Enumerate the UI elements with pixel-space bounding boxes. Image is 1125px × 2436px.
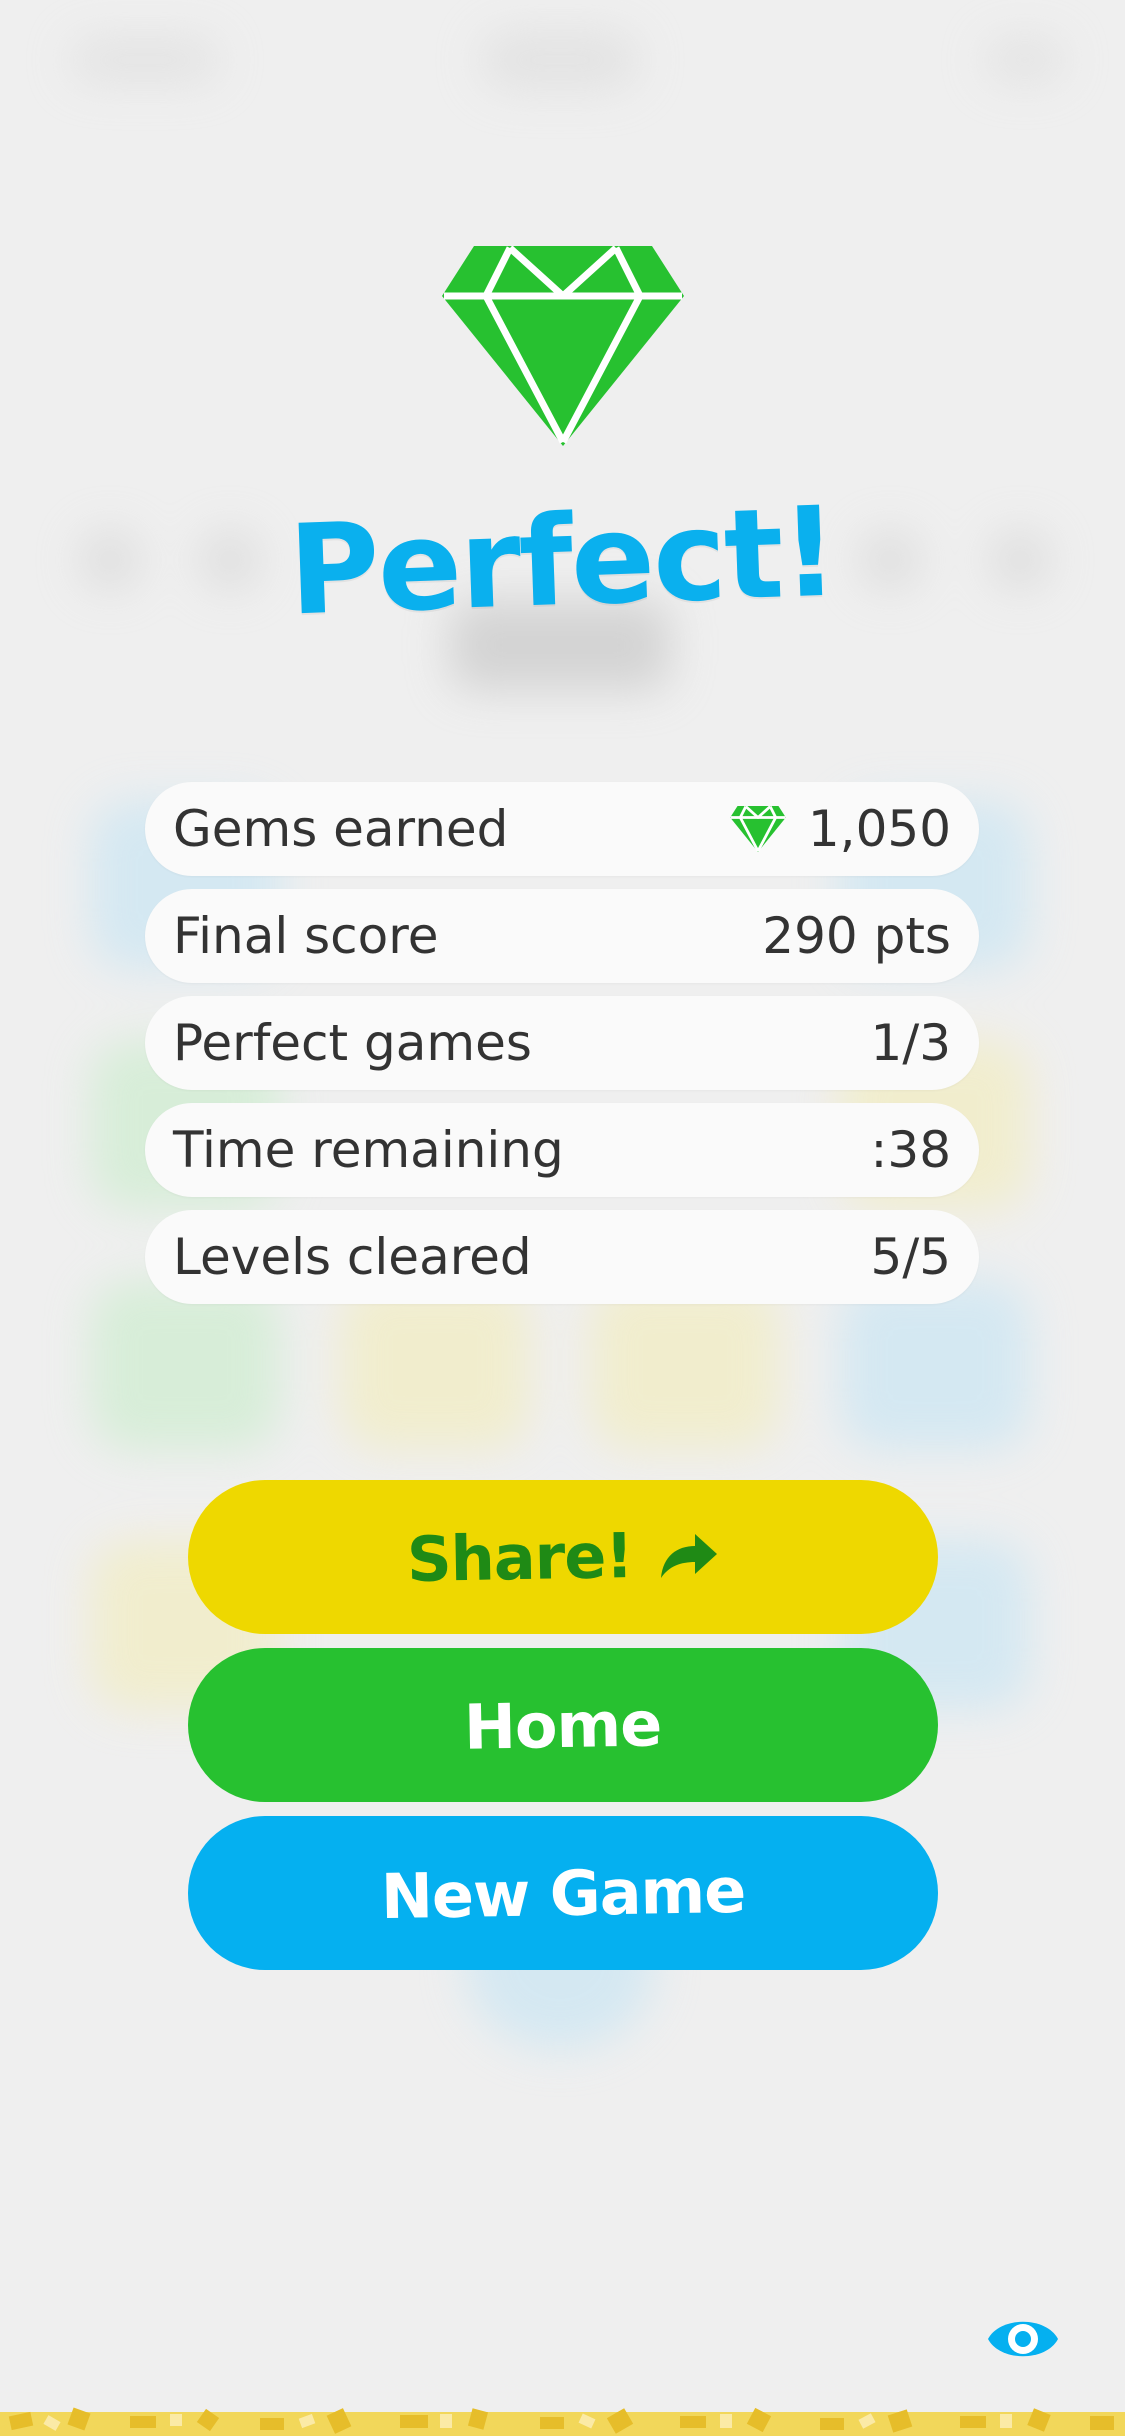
stat-value: 290 pts (762, 907, 951, 965)
stat-label: Levels cleared (173, 1228, 532, 1286)
blurred-top-bar (60, 30, 1065, 90)
confetti-strip (0, 2407, 1125, 2436)
stats-list: Gems earned 1,050 Final score 290 pts Pe… (145, 782, 979, 1317)
stat-row-time-remaining: Time remaining :38 (145, 1103, 979, 1197)
stat-row-levels-cleared: Levels cleared 5/5 (145, 1210, 979, 1304)
stat-label: Gems earned (173, 800, 509, 858)
stat-label: Final score (173, 907, 439, 965)
stat-row-final-score: Final score 290 pts (145, 889, 979, 983)
stat-value-group: 1,050 (730, 800, 951, 858)
stat-row-perfect-games: Perfect games 1/3 (145, 996, 979, 1090)
home-button[interactable]: Home (188, 1648, 938, 1802)
share-arrow-icon (660, 1534, 717, 1578)
eye-icon[interactable] (986, 2310, 1060, 2368)
game-over-screen: Perfect! Gems earned 1,050 Final score 2… (0, 0, 1125, 2436)
stat-row-gems-earned: Gems earned 1,050 (145, 782, 979, 876)
stat-value: 5/5 (870, 1228, 951, 1286)
stat-label: Perfect games (173, 1014, 532, 1072)
stat-value: 1,050 (807, 800, 951, 858)
new-game-button-label: New Game (380, 1853, 746, 1933)
new-game-button[interactable]: New Game (188, 1816, 938, 1970)
gem-icon (730, 806, 786, 852)
stat-value: 1/3 (870, 1014, 951, 1072)
gem-icon (442, 246, 684, 446)
share-button[interactable]: Share! (188, 1480, 938, 1634)
home-button-label: Home (463, 1686, 663, 1764)
share-button-label: Share! (406, 1518, 634, 1596)
stat-value: :38 (870, 1121, 951, 1179)
stat-label: Time remaining (173, 1121, 564, 1179)
